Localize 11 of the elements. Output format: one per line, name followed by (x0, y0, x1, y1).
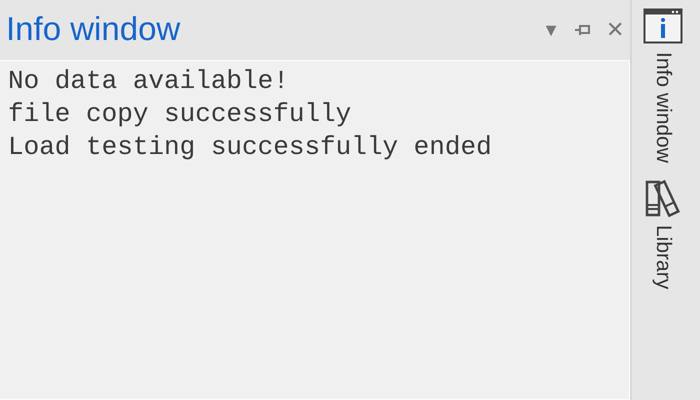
pin-icon[interactable] (574, 22, 592, 38)
close-button[interactable]: ✕ (606, 17, 624, 43)
books-icon (645, 178, 681, 217)
side-tab[interactable]: Library (638, 178, 688, 296)
side-tab[interactable]: Info window (638, 8, 688, 169)
log-message: file copy successfully (8, 98, 352, 131)
log-message: Load testing successfully ended (8, 131, 493, 164)
log-message: No data available! (8, 65, 290, 98)
panel-title: Info window (6, 10, 182, 48)
menu-dropdown[interactable]: ▼ (542, 20, 560, 40)
info-window-icon (643, 8, 683, 44)
